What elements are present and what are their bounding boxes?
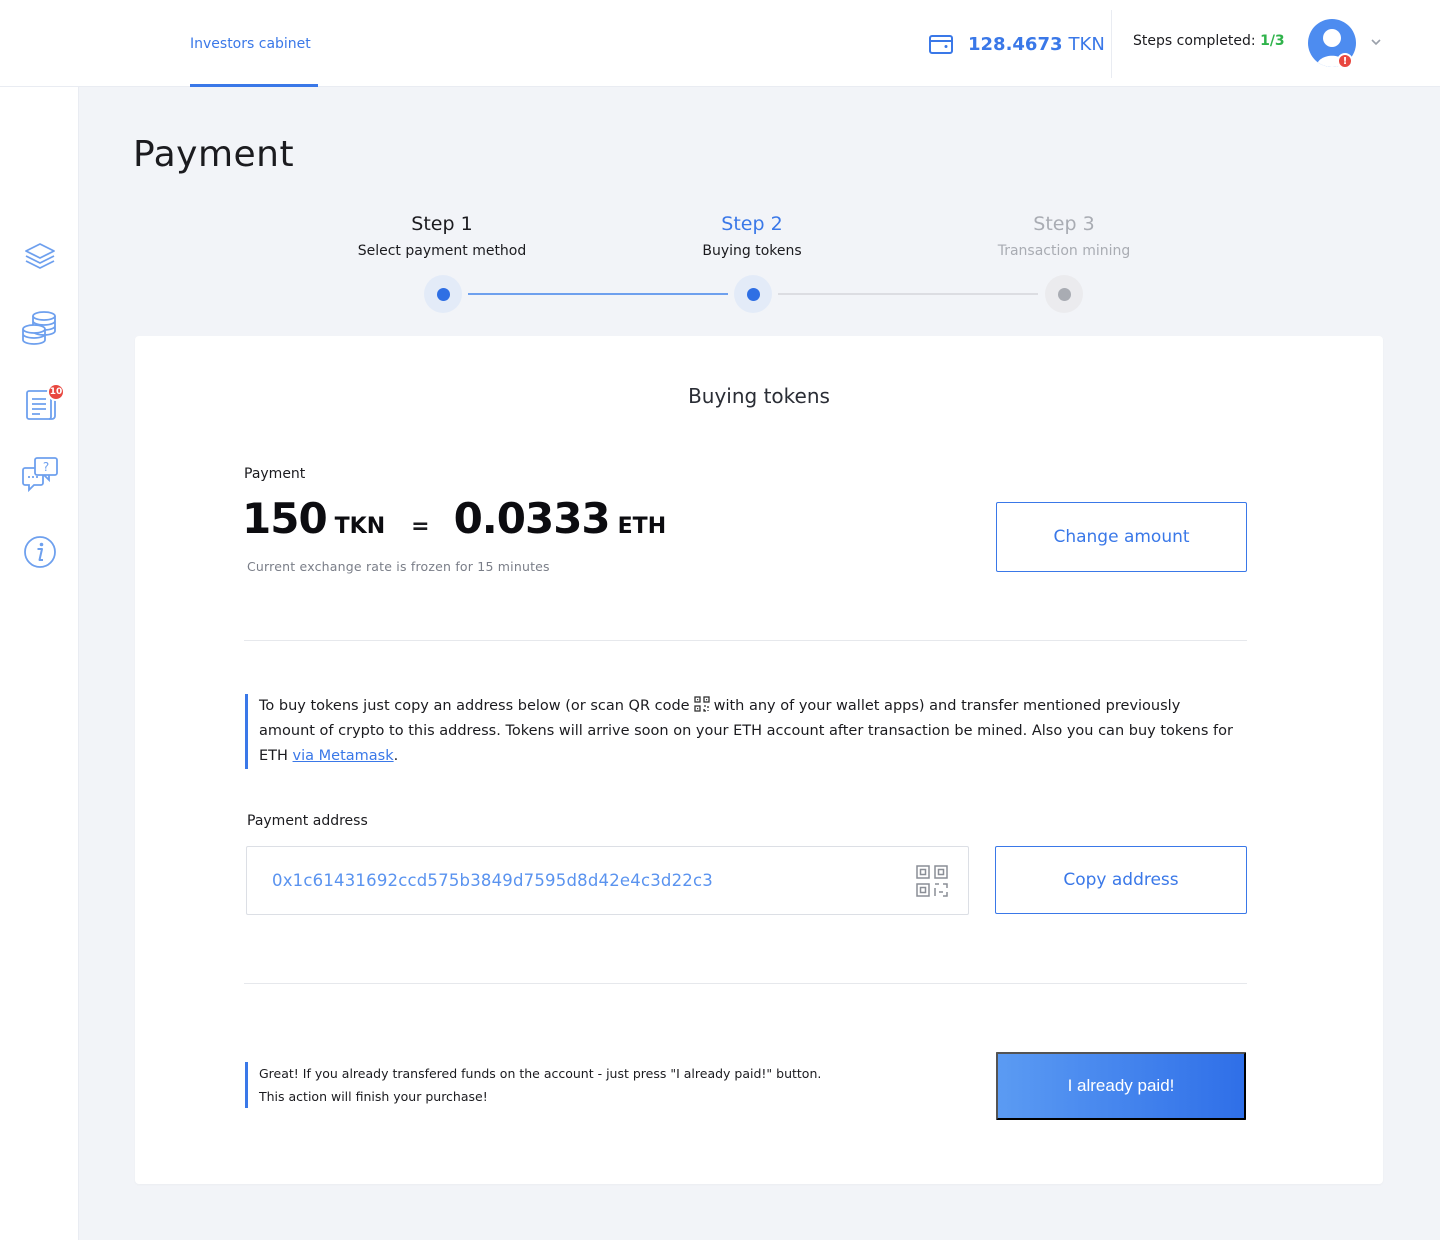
equals-sign: = (411, 514, 430, 539)
svg-text:?: ? (43, 460, 49, 474)
step-connector-2 (778, 293, 1038, 295)
copy-address-button[interactable]: Copy address (995, 846, 1247, 914)
step-1-subtitle: Select payment method (357, 243, 527, 259)
balance-unit: TKN (1068, 33, 1105, 55)
wallet-icon (929, 35, 953, 54)
already-paid-button[interactable]: I already paid! (996, 1052, 1246, 1120)
section-divider (244, 983, 1247, 984)
conversion-summary: 150 TKN = 0.0333 ETH (242, 494, 666, 543)
coins-icon[interactable] (20, 307, 60, 347)
payment-address-label: Payment address (247, 813, 368, 829)
step-2-indicator (734, 275, 772, 313)
step-3-title: Step 3 (1033, 213, 1095, 235)
chevron-down-icon[interactable] (1369, 35, 1383, 49)
payment-label: Payment (244, 466, 306, 482)
buying-tokens-card: Buying tokens Payment 150 TKN = 0.0333 E… (135, 336, 1383, 1184)
instructions-text-end: . (393, 748, 399, 764)
token-amount: 150 (242, 494, 328, 543)
step-2-subtitle: Buying tokens (702, 243, 802, 259)
card-title: Buying tokens (688, 384, 830, 408)
info-icon[interactable] (20, 532, 60, 572)
payment-instructions: To buy tokens just copy an address below… (245, 694, 1235, 769)
qr-code-icon[interactable] (916, 865, 948, 897)
instructions-text-1: To buy tokens just copy an address below… (259, 698, 690, 714)
top-bar: Investors cabinet 128.4673 TKN Steps com… (0, 0, 1440, 87)
sidebar: 10 ? (0, 87, 79, 1240)
qr-code-icon (693, 696, 710, 712)
metamask-link[interactable]: via Metamask (293, 748, 394, 764)
balance-amount: 128.4673 (968, 33, 1063, 55)
page-title: Payment (133, 134, 295, 175)
token-unit: TKN (334, 514, 386, 539)
payment-address-field[interactable]: 0x1c61431692ccd575b3849d7595d8d42e4c3d22… (246, 846, 969, 915)
avatar-alert-badge: ! (1337, 53, 1353, 69)
steps-completed-label: Steps completed: (1133, 33, 1256, 49)
token-balance: 128.4673 TKN (928, 30, 1105, 58)
steps-completed-value: 1/3 (1260, 33, 1285, 49)
step-1-title: Step 1 (411, 213, 473, 235)
header-divider (1111, 10, 1112, 78)
step-2: Step 2 Buying tokens (622, 213, 882, 259)
step-2-title: Step 2 (721, 213, 783, 235)
steps-completed: Steps completed: 1/3 (1133, 33, 1285, 49)
change-amount-button[interactable]: Change amount (996, 502, 1247, 572)
step-3: Step 3 Transaction mining (934, 213, 1194, 259)
step-connector-1 (468, 293, 728, 295)
nav-tab-investors-cabinet[interactable]: Investors cabinet (190, 0, 318, 87)
step-1: Step 1 Select payment method (312, 213, 572, 259)
layers-icon[interactable] (20, 237, 60, 277)
chat-question-icon[interactable]: ? (20, 454, 60, 494)
step-1-indicator (424, 275, 462, 313)
notification-badge: 10 (47, 383, 65, 401)
step-3-indicator (1045, 275, 1083, 313)
step-3-subtitle: Transaction mining (997, 243, 1131, 259)
exchange-rate-note: Current exchange rate is frozen for 15 m… (247, 559, 550, 574)
section-divider (244, 640, 1247, 641)
eth-unit: ETH (617, 514, 667, 539)
eth-amount: 0.0333 (453, 494, 611, 543)
payment-address-value[interactable]: 0x1c61431692ccd575b3849d7595d8d42e4c3d22… (272, 871, 713, 890)
paid-note: Great! If you already transfered funds o… (245, 1062, 845, 1108)
